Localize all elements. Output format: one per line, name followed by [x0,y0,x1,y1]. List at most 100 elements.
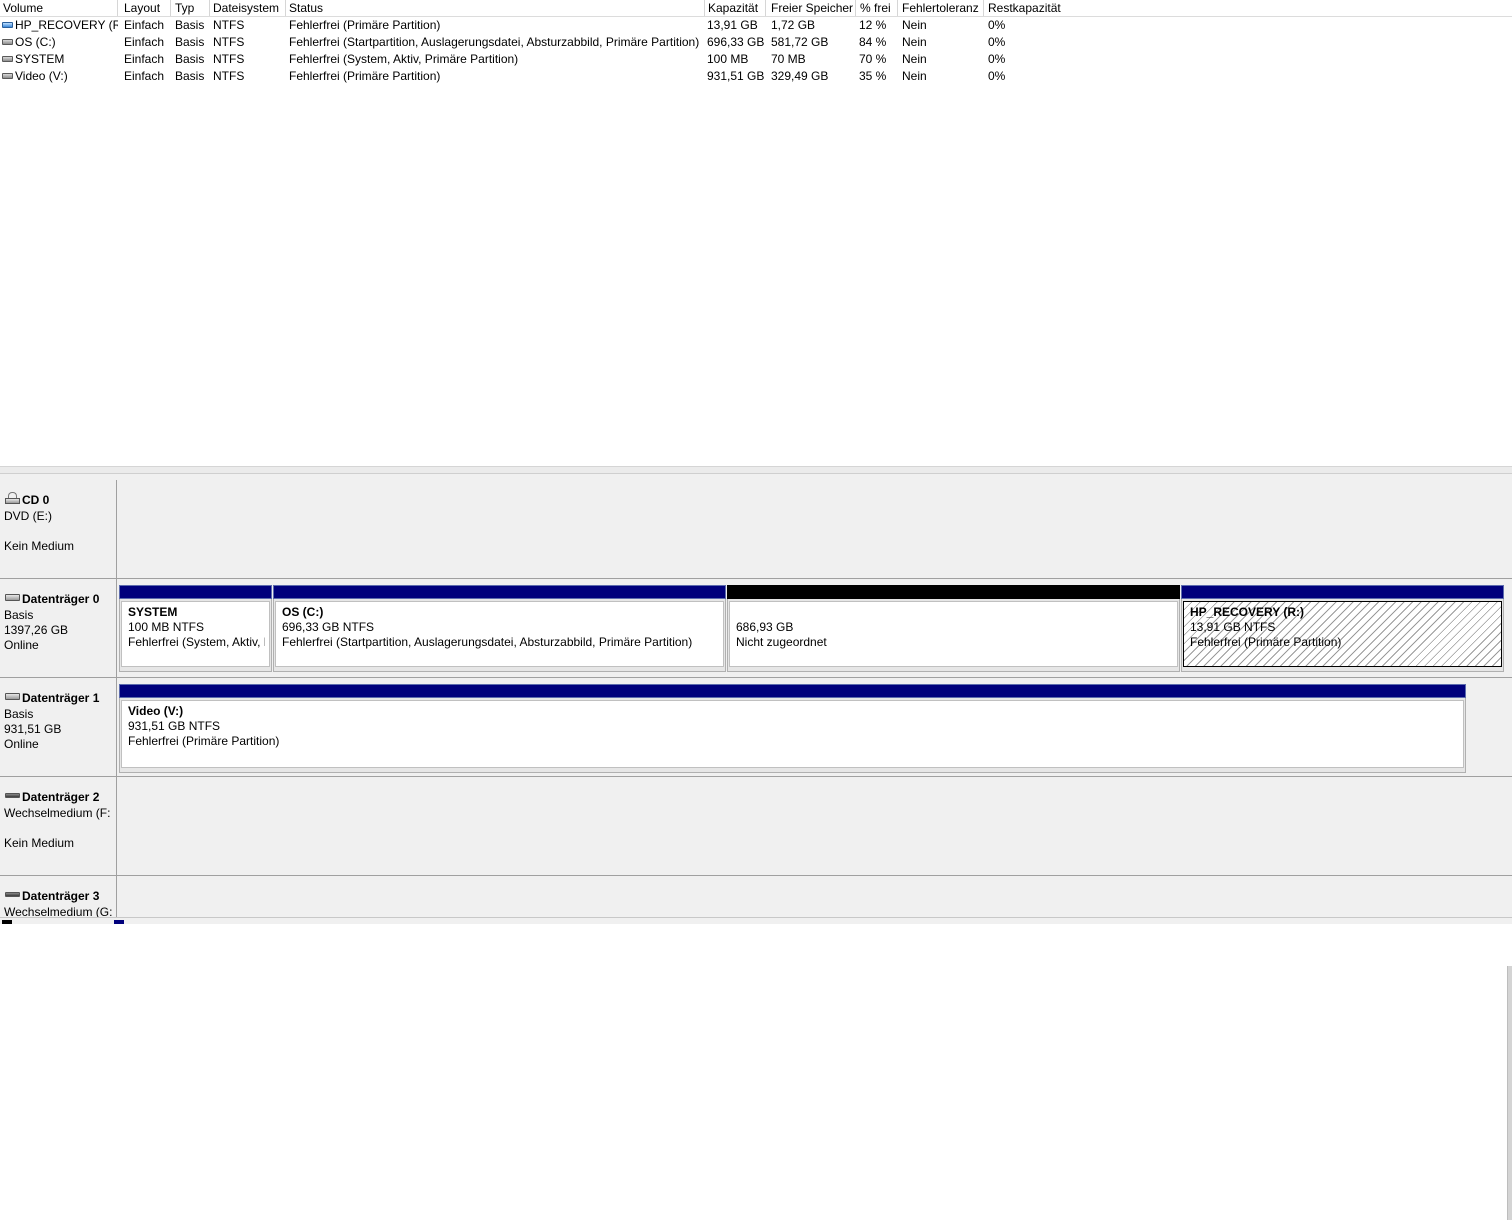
primary-partition-bar [119,585,272,599]
disk-name: Datenträger 2 [22,790,100,804]
volume-status: Fehlerfrei (Primäre Partition) [289,18,441,32]
disk-label-disk1[interactable]: Datenträger 1 Basis 931,51 GB Online [0,678,117,777]
removable-disk-icon [5,892,20,897]
volume-filesystem: NTFS [213,52,245,66]
volume-type: Basis [175,52,205,66]
volume-icon [2,39,13,45]
disk-area-empty [118,480,1512,579]
volume-capacity: 931,51 GB [707,69,765,83]
column-header-free-space[interactable]: Freier Speicher [768,0,856,16]
partition-video-v[interactable]: Video (V:) 931,51 GB NTFS Fehlerfrei (Pr… [119,684,1466,773]
unallocated-legend-swatch [2,920,12,924]
column-header-volume[interactable]: Volume [0,0,118,16]
volume-status: Fehlerfrei (System, Aktiv, Primäre Parti… [289,52,519,66]
column-header-type[interactable]: Typ [172,0,210,16]
volume-overhead: 0% [988,18,1006,32]
volume-status: Fehlerfrei (Startpartition, Auslagerungs… [289,35,700,49]
partition-system[interactable]: SYSTEM 100 MB NTFS Fehlerfrei (System, A… [119,585,272,672]
volume-icon [2,56,13,62]
disk-drive-letter: DVD (E:) [4,509,52,523]
disk-row-disk2: Datenträger 2 Wechselmedium (F: Kein Med… [0,777,1512,876]
partition-status: Fehlerfrei (System, Aktiv, P [128,635,265,649]
partition-status: Fehlerfrei (Startpartition, Auslagerungs… [282,635,693,649]
disk-label-disk3[interactable]: Datenträger 3 Wechselmedium (G: [0,876,117,923]
column-header-capacity[interactable]: Kapazität [705,0,766,16]
disk-row-disk3: Datenträger 3 Wechselmedium (G: [0,876,1512,923]
partition-body: OS (C:) 696,33 GB NTFS Fehlerfrei (Start… [275,601,724,667]
partition-unallocated[interactable]: 686,93 GB Nicht zugeordnet [727,585,1180,672]
cd-drive-icon [5,492,20,504]
disk-size: 1397,26 GB [4,623,69,637]
volume-type: Basis [175,69,205,83]
disk-area-empty [118,777,1512,876]
pane-splitter[interactable] [0,466,1512,474]
volume-fault-tolerance: Nein [902,52,927,66]
disk-row-disk1: Datenträger 1 Basis 931,51 GB Online Vid… [0,678,1512,777]
partition-body: 686,93 GB Nicht zugeordnet [729,601,1178,667]
volume-row[interactable]: OS (C:) Einfach Basis NTFS Fehlerfrei (S… [0,34,1512,51]
volume-layout: Einfach [124,35,165,49]
disk-media-status: Kein Medium [4,539,75,553]
volume-name: HP_RECOVERY (R:) [15,18,118,32]
vertical-scrollbar[interactable] [1507,966,1512,1220]
disk-online-status: Online [4,638,39,652]
disk-label-cd0[interactable]: CD 0 DVD (E:) Kein Medium [0,480,117,579]
disk-size: 931,51 GB [4,722,62,736]
volume-row[interactable]: HP_RECOVERY (R:) Einfach Basis NTFS Fehl… [0,17,1512,34]
partition-body: Video (V:) 931,51 GB NTFS Fehlerfrei (Pr… [121,700,1464,768]
partition-hp-recovery[interactable]: HP_RECOVERY (R:) 13,91 GB NTFS Fehlerfre… [1181,585,1504,672]
primary-partition-legend-swatch [114,920,124,924]
column-header-fault-tolerance[interactable]: Fehlertoleranz [899,0,984,16]
volume-name: Video (V:) [15,69,68,83]
volume-layout: Einfach [124,18,165,32]
volume-capacity: 696,33 GB [707,35,765,49]
volume-status: Fehlerfrei (Primäre Partition) [289,69,441,83]
disk-label-disk0[interactable]: Datenträger 0 Basis 1397,26 GB Online [0,579,117,678]
volume-row[interactable]: SYSTEM Einfach Basis NTFS Fehlerfrei (Sy… [0,51,1512,68]
column-header-status[interactable]: Status [286,0,705,16]
column-header-percent-free[interactable]: % frei [857,0,898,16]
primary-partition-bar [119,684,1466,698]
volume-filesystem: NTFS [213,18,245,32]
volume-percent-free: 70 % [859,52,887,66]
volume-filesystem: NTFS [213,35,245,49]
volume-filesystem: NTFS [213,69,245,83]
volume-type: Basis [175,35,205,49]
disk-row-disk0: Datenträger 0 Basis 1397,26 GB Online SY… [0,579,1512,678]
disk-label-disk2[interactable]: Datenträger 2 Wechselmedium (F: Kein Med… [0,777,117,876]
removable-disk-icon [5,793,20,798]
column-header-layout[interactable]: Layout [121,0,171,16]
volume-fault-tolerance: Nein [902,35,927,49]
volume-row[interactable]: Video (V:) Einfach Basis NTFS Fehlerfrei… [0,68,1512,85]
disk-name: Datenträger 3 [22,889,100,903]
volume-fault-tolerance: Nein [902,69,927,83]
partition-status: Fehlerfrei (Primäre Partition) [128,734,280,748]
volume-overhead: 0% [988,35,1006,49]
partition-size: 696,33 GB NTFS [282,620,375,634]
recovery-volume-icon [2,22,13,28]
volume-free-space: 70 MB [771,52,806,66]
partition-size: 931,51 GB NTFS [128,719,221,733]
unallocated-bar [727,585,1180,599]
volume-free-space: 1,72 GB [771,18,816,32]
volume-type: Basis [175,18,205,32]
disk-icon [5,693,20,700]
partition-size: 13,91 GB NTFS [1190,620,1276,634]
volume-fault-tolerance: Nein [902,18,927,32]
disk-type: Basis [4,707,34,721]
disk-row-cd0: CD 0 DVD (E:) Kein Medium [0,480,1512,579]
volume-name: OS (C:) [15,35,56,49]
partition-status: Fehlerfrei (Primäre Partition) [1190,635,1342,649]
primary-partition-bar [273,585,726,599]
partition-body: SYSTEM 100 MB NTFS Fehlerfrei (System, A… [121,601,270,667]
volume-overhead: 0% [988,69,1006,83]
volume-layout: Einfach [124,69,165,83]
partition-os-c[interactable]: OS (C:) 696,33 GB NTFS Fehlerfrei (Start… [273,585,726,672]
partition-size: 686,93 GB [736,620,794,634]
partition-name: HP_RECOVERY (R:) [1190,605,1305,619]
disk-area-empty [118,876,1512,923]
volume-icon [2,73,13,79]
column-header-overhead[interactable]: Restkapazität [985,0,1080,16]
column-header-filesystem[interactable]: Dateisystem [210,0,286,16]
volume-overhead: 0% [988,52,1006,66]
